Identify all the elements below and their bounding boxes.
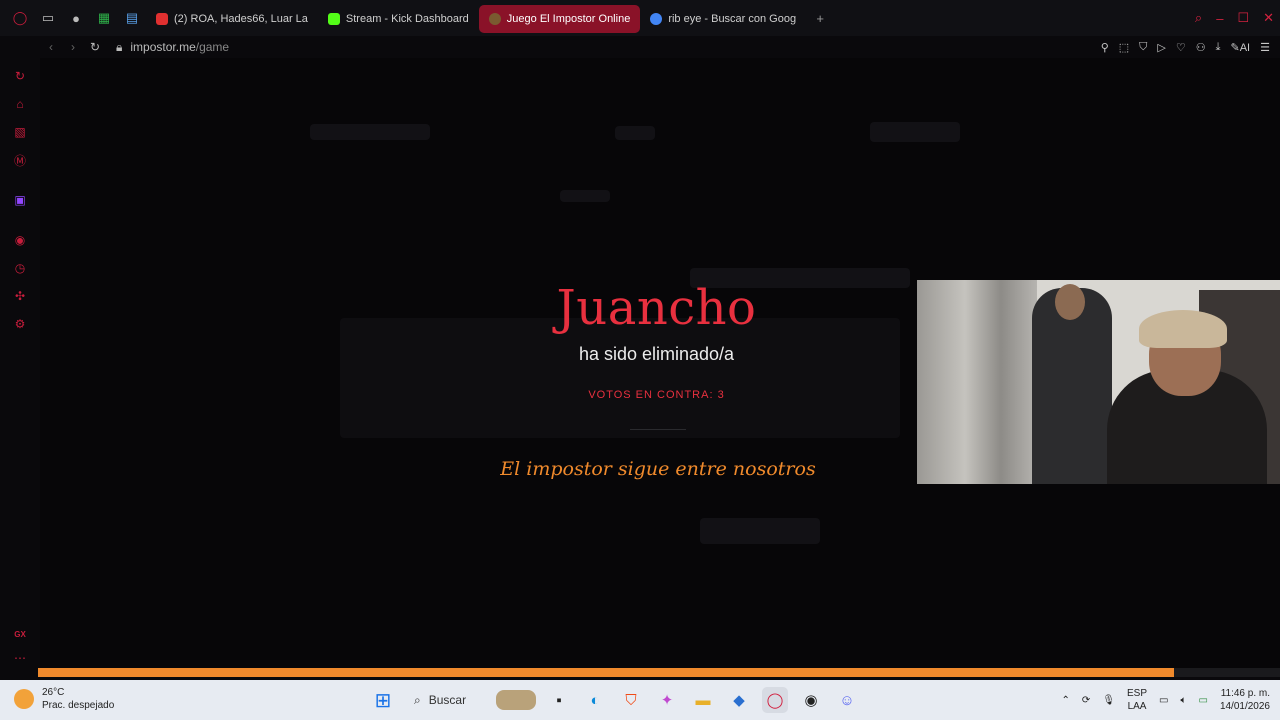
gx-label: GX [14,629,26,639]
battery-icon[interactable]: ▭ [1198,695,1207,706]
player-icon[interactable]: ◉ [10,230,30,250]
google-icon [650,13,663,25]
snapshot-icon[interactable]: ⬚ [1119,41,1129,54]
game-viewport: Juancho ha sido eliminado/a VOTOS EN CON… [40,58,1280,668]
weather-widget[interactable]: 26°C Prac. despejado [14,686,114,712]
reload-icon[interactable]: ↻ [84,40,106,54]
download-icon[interactable]: ⤓ [1216,41,1221,54]
webcam-streamer-cap [1139,310,1227,348]
search-tabs-icon[interactable]: ⌕ [1195,10,1202,26]
windows-start-icon[interactable]: ⊞ [370,687,396,713]
tab-kick[interactable]: Stream - Kick Dashboard [318,5,479,33]
maximize-icon[interactable]: ☐ [1237,10,1249,26]
messenger-icon[interactable]: Ⓜ [10,150,30,170]
menu-icon[interactable]: ☰ [1260,41,1270,54]
system-tray: ⌃ ⟳ 🎙︎ ESP LAA ▭ 🔈︎ ▭ 11:46 p. m. 14/01/… [1062,680,1270,720]
settings-icon[interactable]: ⚙ [10,314,30,334]
tab-impostor[interactable]: Juego El Impostor Online [478,5,641,33]
twitch-icon[interactable]: ▣ [10,190,30,210]
language-indicator[interactable]: ESP LAA [1127,687,1147,713]
brave-icon[interactable]: ⛉ [618,687,644,713]
gx-control-icon[interactable]: ⌂ [10,94,30,114]
taskbar-search[interactable]: ⌕ Buscar [406,686,536,714]
minimize-icon[interactable]: – [1216,11,1223,26]
webcam-overlay [917,280,1280,484]
url-field[interactable]: 🔒︎ impostor.me/game [116,40,229,55]
tab-google[interactable]: rib eye - Buscar con Goog [640,5,806,33]
shield-icon[interactable]: ⛉ [1139,41,1147,54]
pinned-tab-icon[interactable]: ● [62,0,90,36]
extensions-icon[interactable]: ✣ [10,286,30,306]
microphone-icon[interactable]: 🎙︎ [1102,695,1115,706]
more-icon[interactable]: ⋯ [10,648,30,668]
file-explorer-icon[interactable]: ▬ [690,687,716,713]
edge-icon[interactable]: ◐ [582,687,608,713]
speed-dial-icon[interactable]: ↻ [10,66,30,86]
tab-islands-icon[interactable]: ▭ [34,0,62,36]
opera-gx-icon[interactable]: ◯ [762,687,788,713]
copilot-icon[interactable]: ✦ [654,687,680,713]
opera-menu-icon[interactable]: ◯ [6,0,34,36]
volume-icon[interactable]: 🔈︎ [1180,695,1186,706]
forward-icon[interactable]: › [62,40,84,54]
close-icon[interactable]: ✕ [1263,10,1274,26]
webcam-person-standing-head [1055,284,1085,320]
sync-icon[interactable]: ⟳ [1082,695,1090,706]
taskbar: 26°C Prac. despejado ⊞ ⌕ Buscar ▪ ◐ ⛉ ✦ … [0,680,1280,720]
sidebar: ↻ ⌂ ▧ Ⓜ ▣ ◉ ◷ ✣ ⚙ GX ⋯ [0,58,40,678]
task-view-icon[interactable]: ▪ [546,687,572,713]
youtube-icon [156,13,168,25]
back-icon[interactable]: ‹ [40,40,62,54]
divider [630,429,686,430]
impostor-favicon-icon [488,13,501,25]
chevron-up-icon[interactable]: ⌃ [1062,695,1070,706]
lock-icon: 🔒︎ [116,39,123,54]
obs-icon[interactable]: ◉ [798,687,824,713]
app-blue-icon[interactable]: ◆ [726,687,752,713]
round-progress-fill [38,668,1175,677]
toolbar-right: ⚲ ⬚ ⛉ ▷ ♡ ⚇ ⤓ ✎AI ☰ [1101,36,1270,58]
gx-cleaner-icon[interactable]: ▧ [10,122,30,142]
pinned-tab-sheets-icon[interactable]: ▦ [90,0,118,36]
display-icon[interactable]: ▭ [1159,695,1168,706]
account-icon[interactable]: ⚇ [1196,41,1206,54]
address-bar: ‹ › ↻ 🔒︎ impostor.me/game ⚲ ⬚ ⛉ ▷ ♡ ⚇ ⤓ … [0,36,1280,58]
pinned-tab-calendar-icon[interactable]: ▤ [118,0,146,36]
clock[interactable]: 11:46 p. m. 14/01/2026 [1220,687,1270,713]
search-highlight-icon [496,690,536,710]
ai-button[interactable]: ✎AI [1231,41,1251,54]
kick-icon [327,13,340,25]
sun-icon [14,689,34,709]
search-icon: ⌕ [414,692,421,707]
flow-icon[interactable]: ▷ [1157,41,1165,54]
pin-icon[interactable]: ⚲ [1101,41,1109,54]
tab-youtube[interactable]: (2) ROA, Hades66, Luar La [146,5,318,33]
tab-bar: ◯ ▭ ● ▦ ▤ (2) ROA, Hades66, Luar La Stre… [0,0,1280,36]
discord-icon[interactable]: ☺ [834,687,860,713]
plus-icon[interactable]: + [806,0,834,36]
webcam-curtain [917,280,1037,484]
heart-icon[interactable]: ♡ [1176,41,1186,54]
round-progress-bar [38,668,1280,677]
history-icon[interactable]: ◷ [10,258,30,278]
window-controls: ⌕ – ☐ ✕ [1195,0,1274,36]
taskbar-apps: ⊞ ⌕ Buscar ▪ ◐ ⛉ ✦ ▬ ◆ ◯ ◉ ☺ [370,686,860,714]
